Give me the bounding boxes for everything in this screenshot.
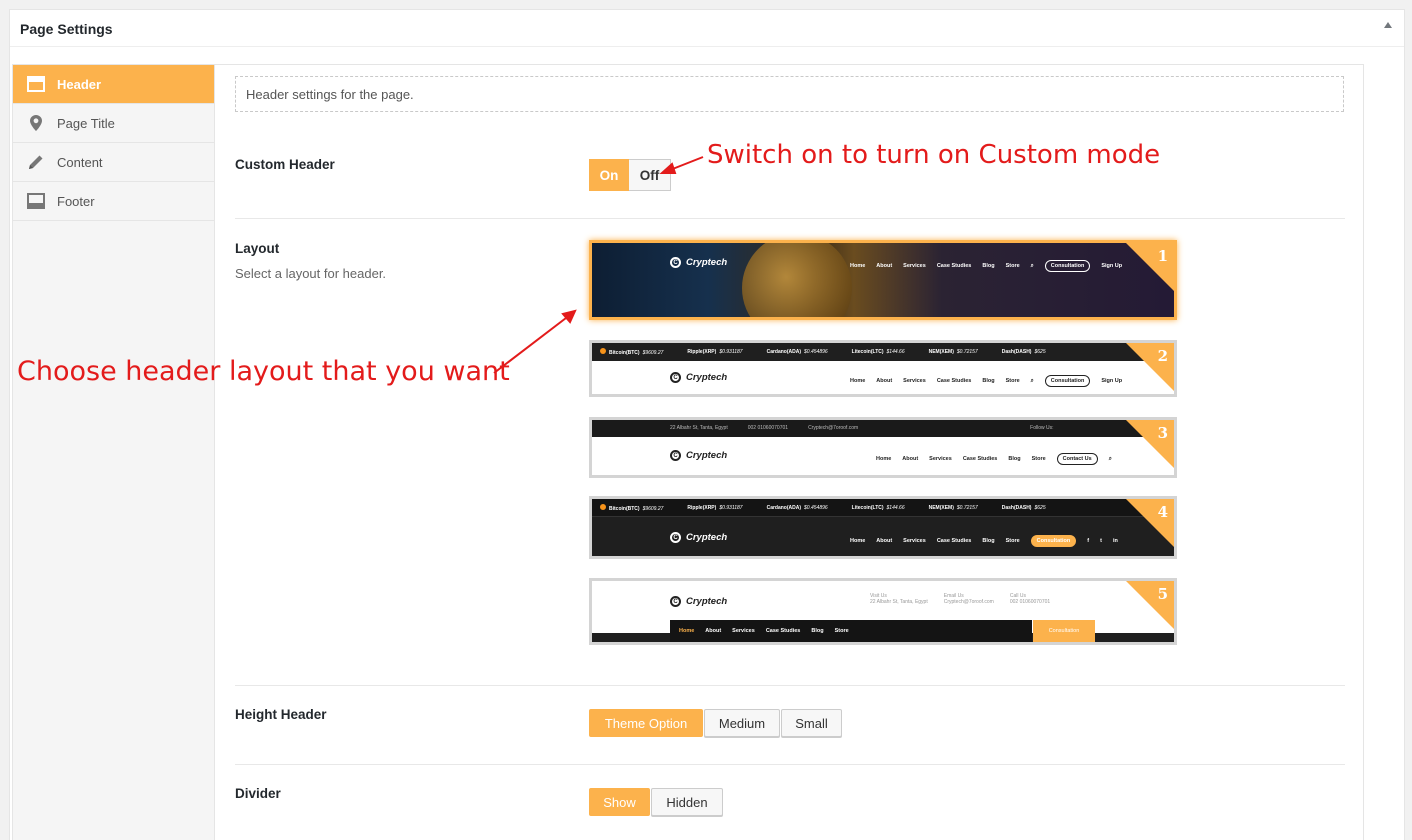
layout-option-4[interactable]: Bitcoin(BTC) $9609.27 Ripple(XRP) $0.93118… [589,496,1177,559]
sidebar-item-label: Header [57,76,102,92]
layout-option-5[interactable]: C Cryptech Visit Us 22 Albahr St, Tanta, E… [589,578,1177,645]
sidebar-item-label: Content [57,154,103,170]
layout-4-nav: Home About Services Case Studies Blog Store C… [850,535,1129,547]
location-pin-icon [27,114,45,132]
layout-number: 5 [1157,585,1168,603]
crypto-hero-background [592,243,1174,317]
layout-2-nav: Home About Services Case Studies Blog Store ⌕… [850,375,1133,387]
layout-5-nav: Home About Services Case Studies Blog Store [670,620,1032,642]
height-header-label: Height Header [235,707,327,722]
layout-4-logo: C Cryptech [670,532,727,543]
layout-3-nav: Home About Services Case Studies Blog Store C… [876,453,1123,465]
custom-header-off-button[interactable]: Off [629,159,671,191]
collapse-toggle-icon[interactable] [1384,22,1392,28]
crypto-ticker-bar: Bitcoin(BTC) $9609.27 Ripple(XRP) $0.93118… [592,343,1174,361]
divider-label: Divider [235,786,281,801]
layout-5-cta: Consultation [1033,620,1095,642]
divider-line [235,218,1345,219]
custom-header-toggle: On Off [589,159,671,191]
sidebar-item-content[interactable]: Content [13,143,214,182]
layout-1-logo: C Cryptech [670,257,727,268]
divider-line [235,764,1345,765]
pencil-icon [27,153,45,171]
sidebar-item-label: Footer [57,193,95,209]
layout-number: 2 [1157,347,1168,365]
section-description: Header settings for the page. [235,76,1344,112]
layout-number: 4 [1157,503,1168,521]
settings-panel: Header Page Title Content Footer Header … [12,64,1364,840]
sidebar-item-header[interactable]: Header [13,65,214,104]
layout-2-logo: C Cryptech [670,372,727,383]
sidebar-item-page-title[interactable]: Page Title [13,104,214,143]
layout-option-1[interactable]: C Cryptech Home About Services Case Studies B… [589,240,1177,320]
sidebar-item-footer[interactable]: Footer [13,182,214,221]
bitcoin-coin-image [742,243,852,317]
layout-description: Select a layout for header. [235,266,387,281]
layout-option-2[interactable]: Bitcoin(BTC) $9609.27 Ripple(XRP) $0.93118… [589,340,1177,397]
layout-number: 3 [1157,424,1168,442]
layout-number: 1 [1157,247,1168,265]
settings-sidebar: Header Page Title Content Footer [13,65,215,840]
layout-label: Layout [235,241,280,256]
contact-top-bar: 22 Albahr St, Tanta, Egypt 002 010600707… [592,420,1174,437]
layout-5-info: Visit Us 22 Albahr St, Tanta, Egypt Email… [870,593,1051,605]
metabox-header: Page Settings [10,10,1404,47]
sidebar-item-label: Page Title [57,115,115,131]
divider-options: Show Hidden [589,788,724,816]
footer-layout-icon [27,192,45,210]
divider-hidden-button[interactable]: Hidden [651,788,723,816]
custom-header-label: Custom Header [235,157,335,172]
header-layout-icon [27,75,45,93]
height-theme-option-button[interactable]: Theme Option [589,709,703,737]
metabox-title: Page Settings [20,21,113,37]
crypto-ticker-bar: Bitcoin(BTC) $9609.27 Ripple(XRP) $0.93118… [592,499,1174,517]
height-medium-button[interactable]: Medium [704,709,780,737]
annotation-layout-note: Choose header layout that you want [17,356,510,387]
annotation-switch-note: Switch on to turn on Custom mode [707,140,1161,170]
divider-line [235,685,1345,686]
layout-1-nav: Home About Services Case Studies Blog Store ⌕… [850,260,1133,272]
height-header-options: Theme Option Medium Small [589,709,843,737]
custom-header-on-button[interactable]: On [589,159,629,191]
height-small-button[interactable]: Small [781,709,842,737]
layout-option-3[interactable]: 22 Albahr St, Tanta, Egypt 002 010600707… [589,417,1177,478]
divider-show-button[interactable]: Show [589,788,650,816]
layout-5-logo: C Cryptech [670,596,727,607]
layout-3-logo: C Cryptech [670,450,727,461]
